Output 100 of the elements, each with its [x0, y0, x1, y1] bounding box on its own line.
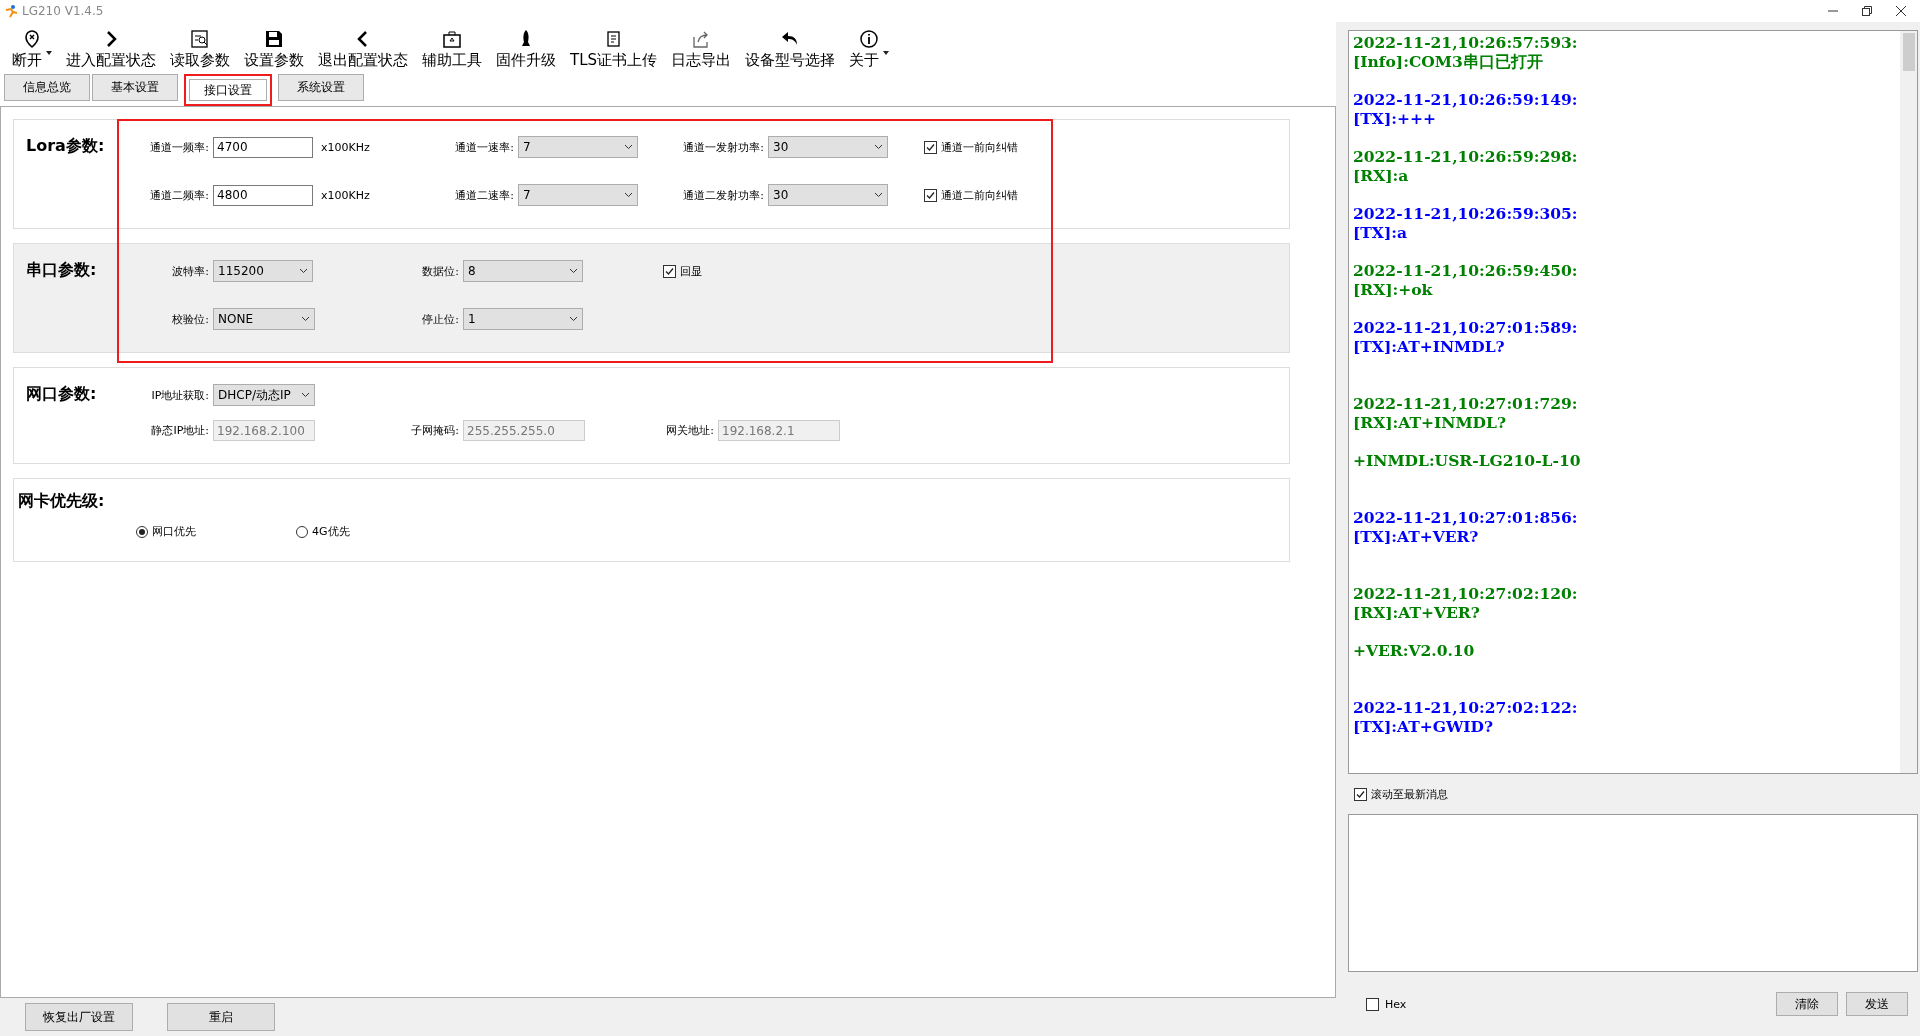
log-line: [RX]:+ok	[1353, 280, 1434, 299]
window-title: LG210 V1.4.5	[22, 4, 104, 18]
checkbox-label: 回显	[680, 263, 702, 279]
field-label: 网关地址:	[665, 423, 715, 438]
dropdown[interactable]: 7	[518, 136, 638, 158]
field-label: 通道一频率:	[149, 139, 210, 155]
log-line: 2022-11-21,10:27:01:856:	[1353, 508, 1579, 527]
section-title: 网卡优先级:	[18, 491, 106, 512]
input-field[interactable]: 4800	[213, 184, 313, 206]
chevron-down-icon	[874, 192, 883, 198]
radio-button[interactable]	[296, 525, 308, 538]
chevron-down-icon	[624, 144, 633, 150]
checkbox-label: 滚动至最新消息	[1371, 786, 1448, 802]
dropdown[interactable]: 30	[768, 184, 888, 206]
checkbox[interactable]	[663, 264, 676, 278]
field-label: 停止位:	[421, 311, 460, 327]
log-line: +INMDL:USR-LG210-L-10	[1353, 451, 1582, 470]
field-label: 子网掩码:	[410, 423, 460, 438]
log-line: 2022-11-21,10:26:59:305:	[1353, 204, 1579, 223]
checkbox[interactable]	[1366, 997, 1379, 1011]
log-line: 2022-11-21,10:27:01:589:	[1353, 318, 1579, 337]
log-line: 2022-11-21,10:26:57:593:	[1353, 33, 1579, 52]
log-line: 2022-11-21,10:27:02:120:	[1353, 584, 1579, 603]
tab[interactable]: 接口设置	[184, 74, 272, 106]
dropdown[interactable]: 8	[463, 260, 583, 282]
dropdown[interactable]: DHCP/动态IP	[213, 384, 315, 406]
document-search-icon	[190, 29, 210, 49]
log-line: 2022-11-21,10:27:01:729:	[1353, 394, 1579, 413]
dropdown[interactable]: 30	[768, 136, 888, 158]
dropdown[interactable]: 7	[518, 184, 638, 206]
tab[interactable]: 基本设置	[92, 74, 178, 101]
unit-label: x100KHz	[320, 188, 371, 202]
log-line: [RX]:AT+VER?	[1353, 603, 1481, 622]
section-title: 串口参数:	[26, 260, 98, 281]
action-button[interactable]: 重启	[167, 1003, 275, 1031]
input-field[interactable]: 4700	[213, 136, 313, 158]
field-label: 静态IP地址:	[150, 423, 210, 438]
toolbar-button[interactable]: 进入配置状态	[66, 29, 156, 70]
restore-icon[interactable]	[1862, 6, 1872, 16]
dropdown[interactable]: 115200	[213, 260, 313, 282]
checkbox[interactable]	[924, 188, 937, 202]
toolbar-button[interactable]: 辅助工具	[422, 29, 482, 70]
log-line: [RX]:AT+INMDL?	[1353, 413, 1507, 432]
toolbar-button[interactable]: 关于	[849, 29, 890, 70]
radio-label: 4G优先	[312, 524, 350, 539]
chevron-down-icon	[624, 192, 633, 198]
dropdown[interactable]: 1	[463, 308, 583, 330]
field-label: IP地址获取:	[150, 387, 210, 403]
log-line: [TX]:AT+GWID?	[1353, 717, 1495, 736]
field-label: 波特率:	[171, 263, 210, 279]
field-label: 校验位:	[171, 311, 210, 327]
chevron-down-icon	[301, 392, 310, 398]
tab[interactable]: 信息总览	[4, 74, 90, 101]
log-line: [TX]:AT+INMDL?	[1353, 337, 1506, 356]
field-label: 通道一发射功率:	[682, 139, 765, 155]
toolbox-icon	[442, 29, 462, 49]
toolbar-button[interactable]: 设置参数	[244, 29, 304, 70]
chevron-down-icon	[301, 316, 310, 322]
log-line: [TX]:AT+VER?	[1353, 527, 1480, 546]
unit-label: x100KHz	[320, 140, 371, 154]
field-label: 通道二速率:	[454, 187, 515, 203]
radio-button[interactable]	[136, 525, 148, 538]
section-title: 网口参数:	[26, 384, 98, 405]
log-line: [TX]:+++	[1353, 109, 1437, 128]
action-button[interactable]: 发送	[1846, 992, 1908, 1016]
send-input-field[interactable]	[1348, 814, 1918, 972]
section-title: Lora参数:	[26, 136, 106, 157]
toolbar-button[interactable]: 日志导出	[671, 29, 732, 70]
toolbar-button[interactable]: 固件升级	[496, 29, 556, 70]
toolbar-button[interactable]: 断开	[12, 29, 52, 70]
radio-label: 网口优先	[152, 524, 196, 539]
scrollbar[interactable]	[1900, 31, 1917, 773]
toolbar-button[interactable]: 退出配置状态	[318, 29, 408, 70]
checkbox[interactable]	[1354, 787, 1367, 801]
log-line: +VER:V2.0.10	[1353, 641, 1476, 660]
log-line: [RX]:a	[1353, 166, 1410, 185]
log-line: [TX]:a	[1353, 223, 1408, 242]
toolbar-button[interactable]: 读取参数	[170, 29, 230, 70]
field-label: 通道二频率:	[149, 187, 210, 203]
close-icon[interactable]	[1896, 6, 1906, 16]
save-icon	[264, 29, 284, 49]
action-button[interactable]: 清除	[1776, 992, 1838, 1016]
log-line: 2022-11-21,10:26:59:450:	[1353, 261, 1579, 280]
field-label: 数据位:	[421, 263, 460, 279]
toolbar-button[interactable]: 设备型号选择	[745, 29, 836, 70]
log-line: 2022-11-21,10:26:59:298:	[1353, 147, 1579, 166]
info-icon	[859, 29, 880, 49]
chevron-down-icon	[569, 268, 578, 274]
checkbox[interactable]	[924, 140, 937, 154]
chevron-down-icon	[569, 316, 578, 322]
app-logo-icon	[4, 4, 18, 18]
log-line: 2022-11-21,10:27:02:122:	[1353, 698, 1579, 717]
field-label: 通道一速率:	[454, 139, 515, 155]
checkbox-label: 通道一前向纠错	[941, 139, 1018, 155]
dropdown[interactable]: NONE	[213, 308, 315, 330]
tab[interactable]: 系统设置	[278, 74, 364, 101]
field-label: 通道二发射功率:	[682, 187, 765, 203]
action-button[interactable]: 恢复出厂设置	[25, 1003, 133, 1031]
log-line: [Info]:COM3串口已打开	[1353, 52, 1544, 71]
toolbar-button[interactable]: TLS证书上传	[570, 29, 658, 70]
